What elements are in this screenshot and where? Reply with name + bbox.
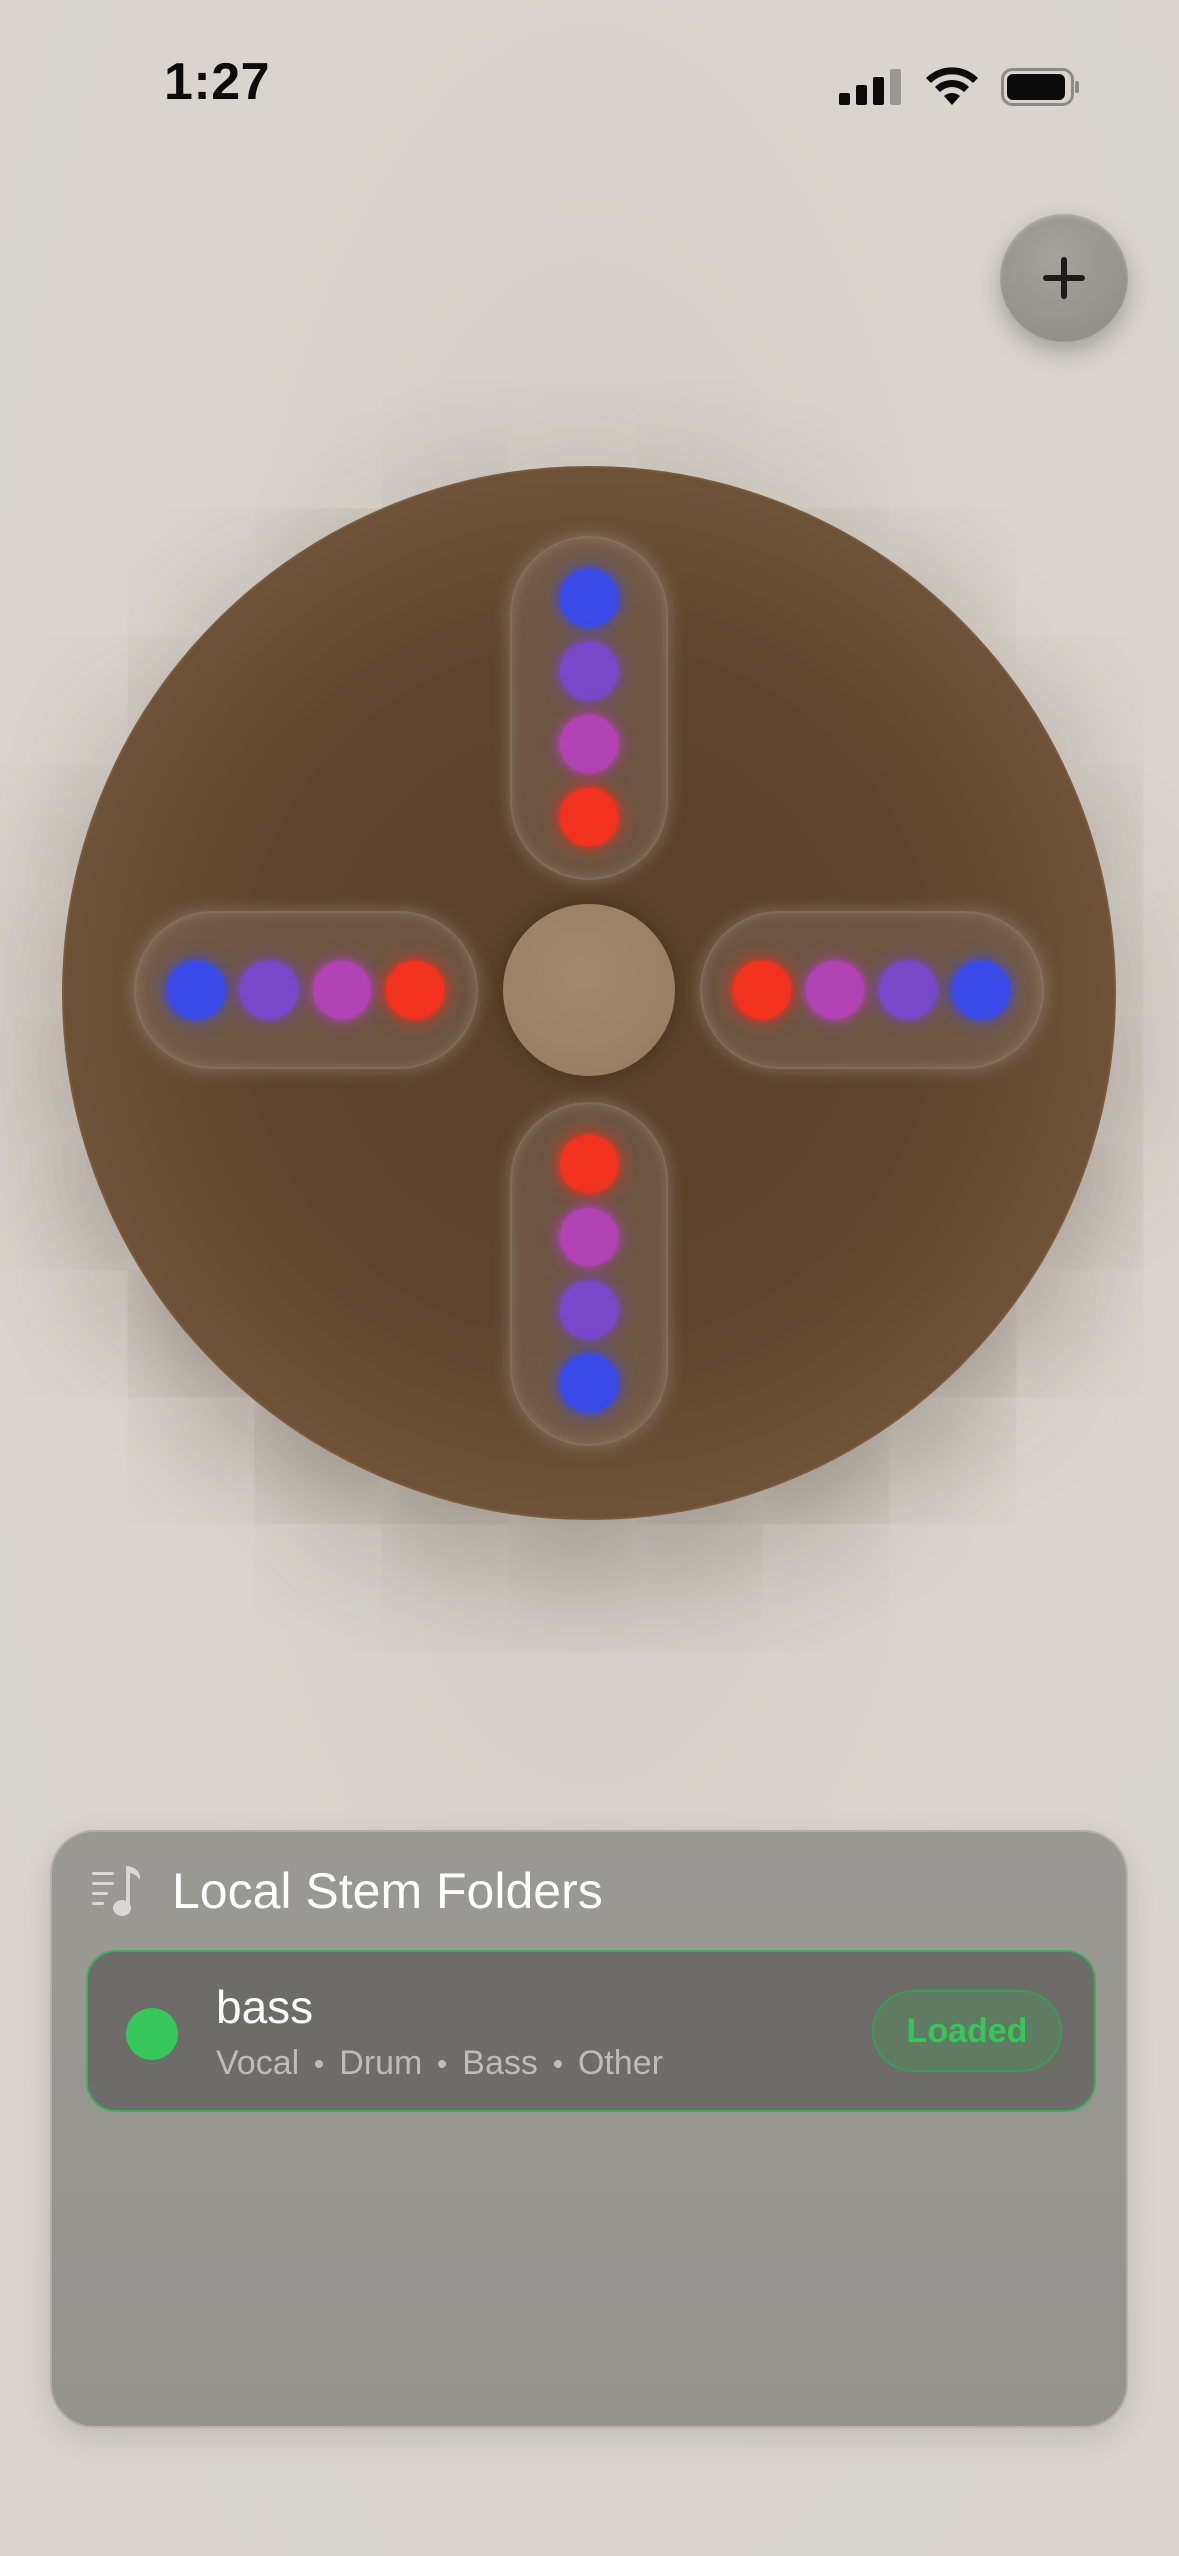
- stem-label-drum: Drum: [339, 2044, 423, 2082]
- add-button[interactable]: [1000, 214, 1128, 342]
- separator-dot: [438, 2059, 447, 2068]
- plus-icon: [1043, 257, 1085, 299]
- separator-dot: [553, 2059, 562, 2068]
- stem-dot-bottom: [560, 1135, 618, 1193]
- status-icons: [839, 62, 1081, 112]
- stem-label-bass: Bass: [462, 2044, 538, 2082]
- stem-dot-right: [733, 961, 791, 1019]
- cellular-signal-icon: [839, 69, 901, 105]
- app-screen: 1:27 Local Stem Folders bass Vocal Drum …: [0, 0, 1179, 2556]
- battery-icon: [1001, 68, 1079, 106]
- center-knob[interactable]: [503, 904, 675, 1076]
- stem-dot-top: [560, 788, 618, 846]
- panel-title: Local Stem Folders: [172, 1863, 603, 1919]
- stem-folders-panel: Local Stem Folders bass Vocal Drum Bass …: [50, 1830, 1128, 2428]
- panel-header: Local Stem Folders: [90, 1862, 603, 1920]
- stem-dot-left: [167, 961, 225, 1019]
- separator-dot: [315, 2059, 324, 2068]
- stem-list: Vocal Drum Bass Other: [216, 2044, 663, 2083]
- folder-name: bass: [216, 1981, 314, 2033]
- stem-dot-right: [952, 961, 1010, 1019]
- stem-dot-top: [560, 642, 618, 700]
- stem-dot-left: [313, 961, 371, 1019]
- status-time: 1:27: [164, 53, 271, 111]
- loaded-badge: Loaded: [872, 1990, 1062, 2072]
- stem-dot-right: [879, 961, 937, 1019]
- stem-dot-top: [560, 715, 618, 773]
- stem-dot-left: [240, 961, 298, 1019]
- stem-dot-top: [560, 569, 618, 627]
- stem-dot-right: [806, 961, 864, 1019]
- stem-label-vocal: Vocal: [216, 2044, 300, 2082]
- stem-dot-bottom: [560, 1281, 618, 1339]
- folder-row[interactable]: bass Vocal Drum Bass Other Loaded: [86, 1950, 1096, 2112]
- music-list-icon: [92, 1866, 140, 1916]
- stem-label-other: Other: [577, 2044, 663, 2082]
- stem-dot-bottom: [560, 1354, 618, 1412]
- wifi-icon: [926, 67, 978, 105]
- stem-dot-bottom: [560, 1208, 618, 1266]
- stem-dot-left: [386, 961, 444, 1019]
- status-dot: [126, 2008, 178, 2060]
